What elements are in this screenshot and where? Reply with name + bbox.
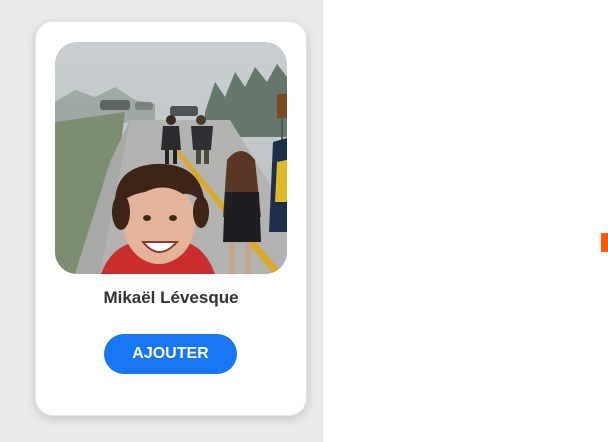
profile-card: Mikaël Lévesque AJOUTER bbox=[35, 21, 307, 416]
orange-edge-marker bbox=[601, 233, 608, 252]
add-friend-button[interactable]: AJOUTER bbox=[104, 334, 237, 374]
profile-photo bbox=[55, 42, 287, 274]
profile-name: Mikaël Lévesque bbox=[103, 288, 239, 307]
left-panel: Mikaël Lévesque AJOUTER bbox=[0, 0, 323, 442]
